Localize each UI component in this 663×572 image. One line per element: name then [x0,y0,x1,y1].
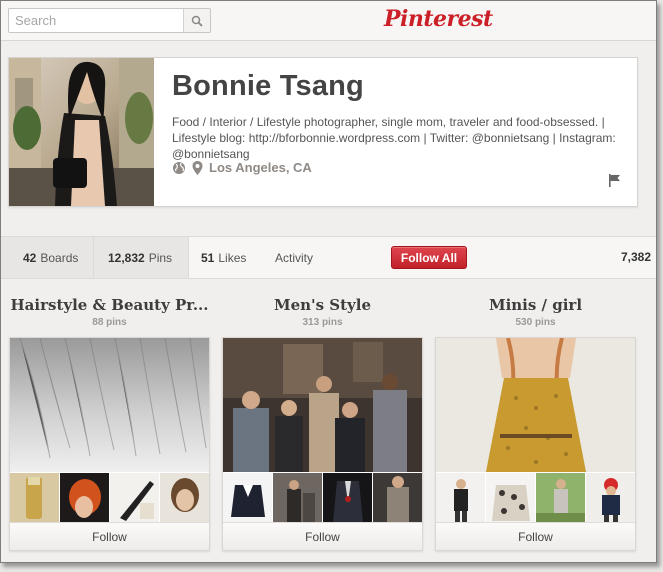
tab-likes-label: Likes [218,250,247,265]
board-card[interactable]: Follow [9,337,210,551]
board-pin-count: 530 pins [515,317,556,328]
thumbnail[interactable] [586,473,635,523]
pinterest-logo[interactable]: Pinterest [384,6,493,32]
board-cover-image[interactable] [223,338,422,472]
board-follow-button[interactable]: Follow [223,522,422,550]
profile-bio: Food / Interior / Lifestyle photographer… [172,115,616,161]
thumbnail[interactable] [486,473,535,523]
search-box [8,8,211,33]
browser-frame: Pinterest [0,0,657,563]
search-icon [191,15,203,27]
board-title[interactable]: Hairstyle & Beauty Pr... [9,296,210,314]
thumbnail[interactable] [273,473,322,523]
tab-pins-count: 12,832 [108,250,145,265]
tab-likes-count: 51 [201,250,215,265]
board-title[interactable]: Minis / girl [435,296,636,314]
board-cover-image[interactable] [436,338,635,472]
search-button[interactable] [183,9,210,32]
tab-boards[interactable]: 42 Boards [1,237,94,278]
board-pin-count: 88 pins [92,317,127,328]
profile-photo [9,58,154,206]
thumbnail[interactable] [110,473,159,523]
board-thumbnails [436,473,635,523]
thumbnail[interactable] [223,473,272,523]
board-title[interactable]: Men's Style [222,296,423,314]
tab-boards-label: Boards [40,250,79,265]
board-minis-girl: Minis / girl 530 pins Follow [435,296,636,551]
profile-location: Los Angeles, CA [209,160,312,175]
tab-pins-label: Pins [148,250,173,265]
thumbnail[interactable] [436,473,485,523]
profile-card: Bonnie Tsang Food / Interior / Lifestyle… [8,57,638,207]
thumbnail[interactable] [160,473,209,523]
thumbnail[interactable] [323,473,372,523]
thumbnail[interactable] [60,473,109,523]
globe-icon[interactable] [172,161,186,175]
location-pin-icon [192,161,203,175]
board-pin-count: 313 pins [302,317,343,328]
follow-all-button[interactable]: Follow All [391,246,467,269]
thumbnail[interactable] [373,473,422,523]
board-follow-button[interactable]: Follow [10,522,209,550]
top-bar: Pinterest [1,1,656,41]
tab-likes[interactable]: 51 Likes [201,237,246,278]
tab-boards-count: 42 [23,250,37,265]
board-card[interactable]: Follow [435,337,636,551]
board-thumbnails [10,473,209,523]
board-cover-image[interactable] [10,338,209,472]
profile-meta: Los Angeles, CA [172,160,319,175]
board-hairstyle-beauty: Hairstyle & Beauty Pr... 88 pins Follow [9,296,210,551]
tab-activity[interactable]: Activity [275,237,313,278]
tab-pins[interactable]: 12,832 Pins [94,237,189,278]
board-card[interactable]: Follow [222,337,423,551]
thumbnail[interactable] [536,473,585,523]
thumbnail[interactable] [10,473,59,523]
tab-activity-label: Activity [275,250,314,265]
board-thumbnails [223,473,422,523]
board-mens-style: Men's Style 313 pins Follow [222,296,423,551]
search-input[interactable] [9,9,184,32]
board-follow-button[interactable]: Follow [436,522,635,550]
flag-icon[interactable] [608,174,621,187]
followers-count[interactable]: 7,382 [621,250,651,264]
profile-name: Bonnie Tsang [172,70,364,102]
profile-tabs: 42 Boards 12,832 Pins 51 Likes Activity … [1,236,656,279]
